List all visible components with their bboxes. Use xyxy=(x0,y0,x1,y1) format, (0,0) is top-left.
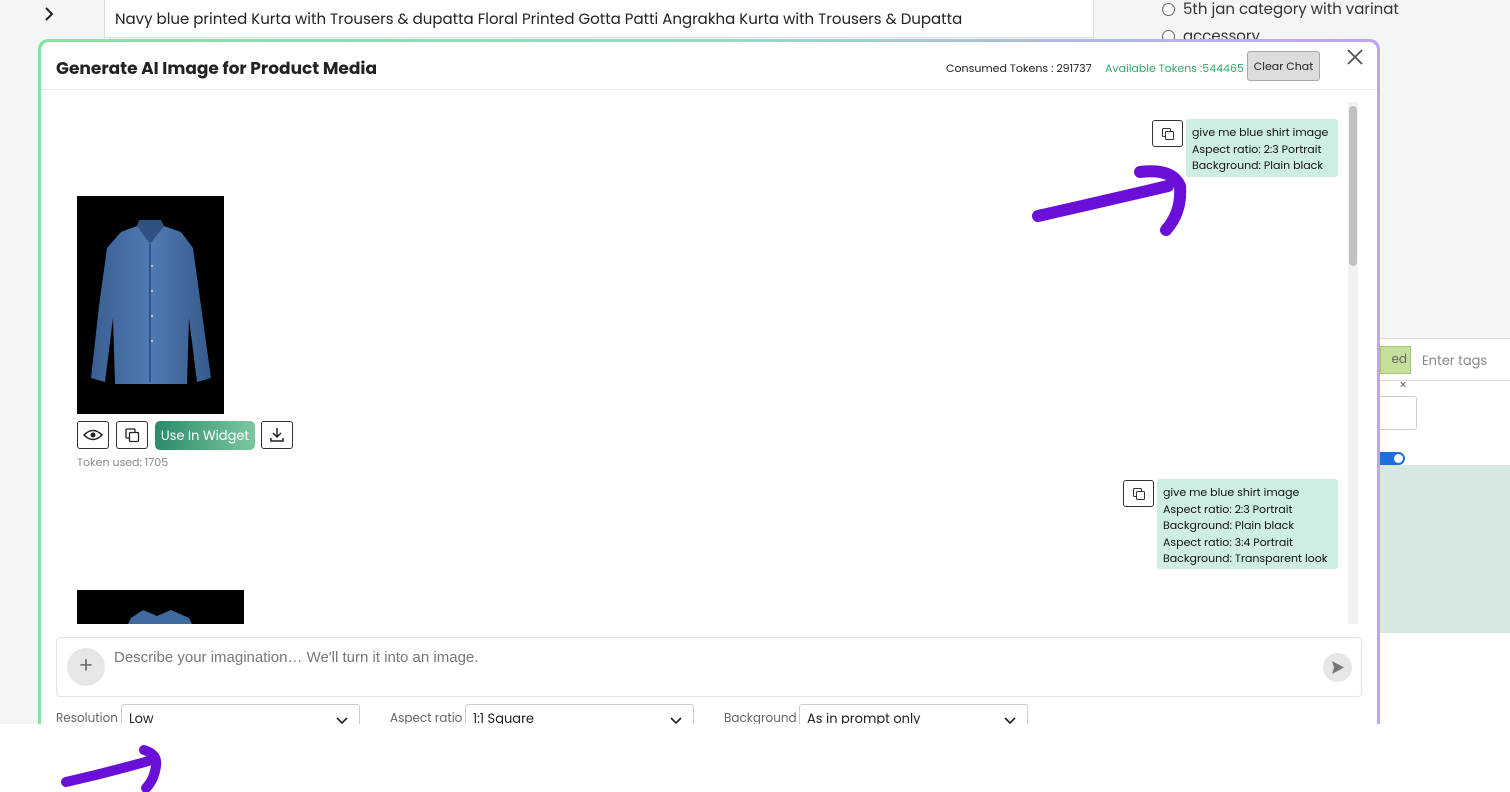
message-line: Background: Plain black xyxy=(1163,517,1295,534)
bottom-strip xyxy=(0,724,1510,792)
send-button[interactable] xyxy=(1323,653,1352,682)
prompt-box: + xyxy=(56,637,1362,697)
download-button[interactable] xyxy=(261,421,293,449)
message-line: give me blue shirt image xyxy=(1163,484,1300,500)
copy-message-button[interactable] xyxy=(1152,120,1183,147)
consumed-tokens: Consumed Tokens : 291737 xyxy=(946,60,1092,76)
message-line: Aspect ratio: 2:3 Portrait xyxy=(1192,140,1322,157)
tags-input[interactable]: Enter tags xyxy=(1422,351,1487,371)
copy-image-button[interactable] xyxy=(116,421,148,449)
copy-icon xyxy=(125,428,140,443)
radio-icon[interactable] xyxy=(1162,3,1175,16)
copy-message-button[interactable] xyxy=(1123,480,1154,507)
generated-shirt-image-2[interactable] xyxy=(77,590,244,624)
tag-chip-label: ed xyxy=(1391,351,1407,368)
modal-header: Generate AI Image for Product Media Cons… xyxy=(41,42,1377,90)
category-label-1: 5th jan category with varinat xyxy=(1183,0,1399,20)
category-radio-1[interactable]: 5th jan category with varinat xyxy=(1162,0,1399,21)
green-panel xyxy=(1380,465,1510,633)
download-icon xyxy=(270,428,284,442)
close-icon[interactable] xyxy=(1346,48,1364,68)
shirt-picture xyxy=(128,610,192,624)
copy-icon xyxy=(1162,128,1174,140)
user-message: give me blue shirt image Aspect ratio: 2… xyxy=(1186,119,1338,177)
message-line: Background: Transparent look xyxy=(1163,550,1328,567)
add-attachment-button[interactable]: + xyxy=(67,648,105,686)
clear-chat-button[interactable]: Clear Chat xyxy=(1247,51,1320,81)
message-line: Aspect ratio: 3:4 Portrait xyxy=(1163,533,1294,550)
generated-shirt-image[interactable] xyxy=(77,196,224,414)
shirt-picture xyxy=(91,220,211,384)
available-tokens: Available Tokens :544465 xyxy=(1105,60,1244,76)
message-line: Background: Plain black xyxy=(1192,157,1324,174)
message-line: Aspect ratio: 2:3 Portrait xyxy=(1163,500,1293,517)
product-title-field[interactable]: Navy blue printed Kurta with Trousers & … xyxy=(104,0,1094,38)
eye-icon xyxy=(82,429,104,441)
plus-icon: + xyxy=(78,650,94,681)
chevron-right-icon[interactable] xyxy=(40,4,58,24)
generate-ai-image-modal: Generate AI Image for Product Media Cons… xyxy=(38,39,1380,759)
prompt-input[interactable] xyxy=(112,644,1286,670)
modal-title: Generate AI Image for Product Media xyxy=(56,56,377,80)
chat-area[interactable]: give me blue shirt image Aspect ratio: 2… xyxy=(41,90,1361,624)
message-line: give me blue shirt image xyxy=(1192,124,1329,140)
copy-icon xyxy=(1133,488,1145,500)
user-message: give me blue shirt image Aspect ratio: 2… xyxy=(1157,479,1338,569)
preview-button[interactable] xyxy=(77,421,109,449)
send-icon xyxy=(1332,661,1344,674)
tag-chip[interactable]: ed × xyxy=(1380,346,1411,394)
modal-body: Generate AI Image for Product Media Cons… xyxy=(41,42,1377,756)
text-input[interactable] xyxy=(1380,396,1417,430)
toggle-switch[interactable] xyxy=(1380,452,1405,465)
divider xyxy=(1380,380,1510,381)
scrollbar-thumb[interactable] xyxy=(1349,106,1357,266)
token-used-text: Token used: 1705 xyxy=(77,454,169,470)
use-in-widget-button[interactable]: Use In Widget xyxy=(155,421,255,450)
